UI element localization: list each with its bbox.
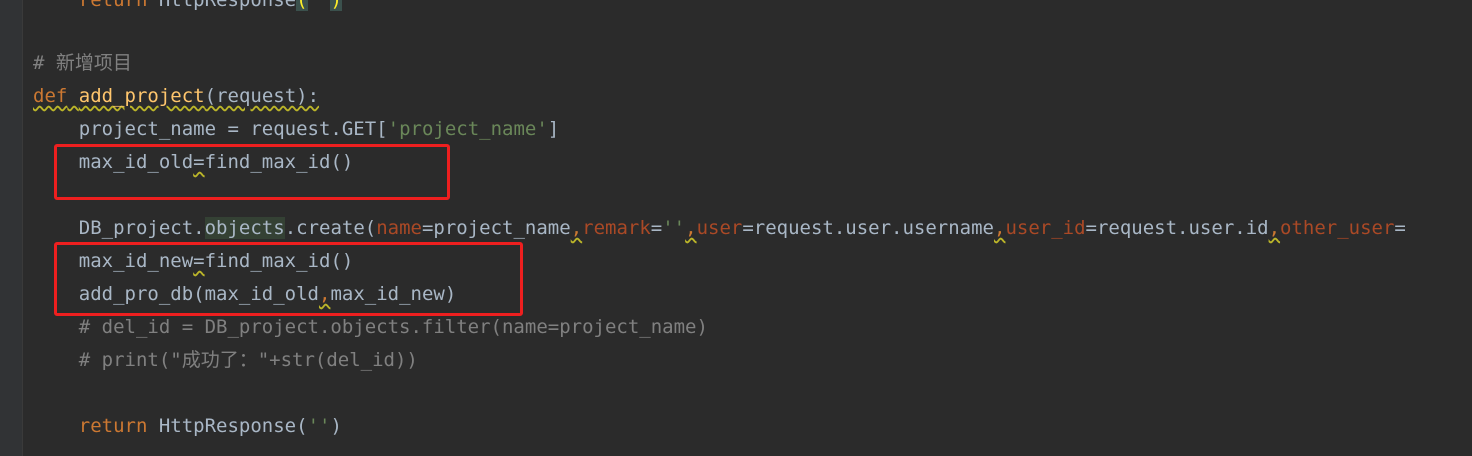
code-line-project-name[interactable]: project_name = request.GET['project_name… bbox=[33, 117, 559, 141]
highlight-box-max-id-new bbox=[54, 242, 523, 316]
highlight-box-max-id-old bbox=[54, 144, 450, 200]
code-comment-print[interactable]: # print("成功了："+str(del_id)) bbox=[33, 348, 418, 372]
code-line-create[interactable]: DB_project.objects.create(name=project_n… bbox=[33, 216, 1406, 240]
code-editor[interactable]: return HttpResponse('') # 新增项目 def add_p… bbox=[0, 0, 1472, 456]
code-line-def[interactable]: def add_project(request): bbox=[33, 84, 319, 108]
code-line-return-top[interactable]: return HttpResponse('') bbox=[33, 0, 342, 12]
code-comment-del-id[interactable]: # del_id = DB_project.objects.filter(nam… bbox=[33, 315, 708, 339]
code-comment-new-project[interactable]: # 新增项目 bbox=[33, 51, 132, 75]
gutter-divider bbox=[22, 0, 23, 456]
editor-gutter bbox=[0, 0, 22, 456]
code-line-return[interactable]: return HttpResponse('') bbox=[33, 414, 342, 438]
